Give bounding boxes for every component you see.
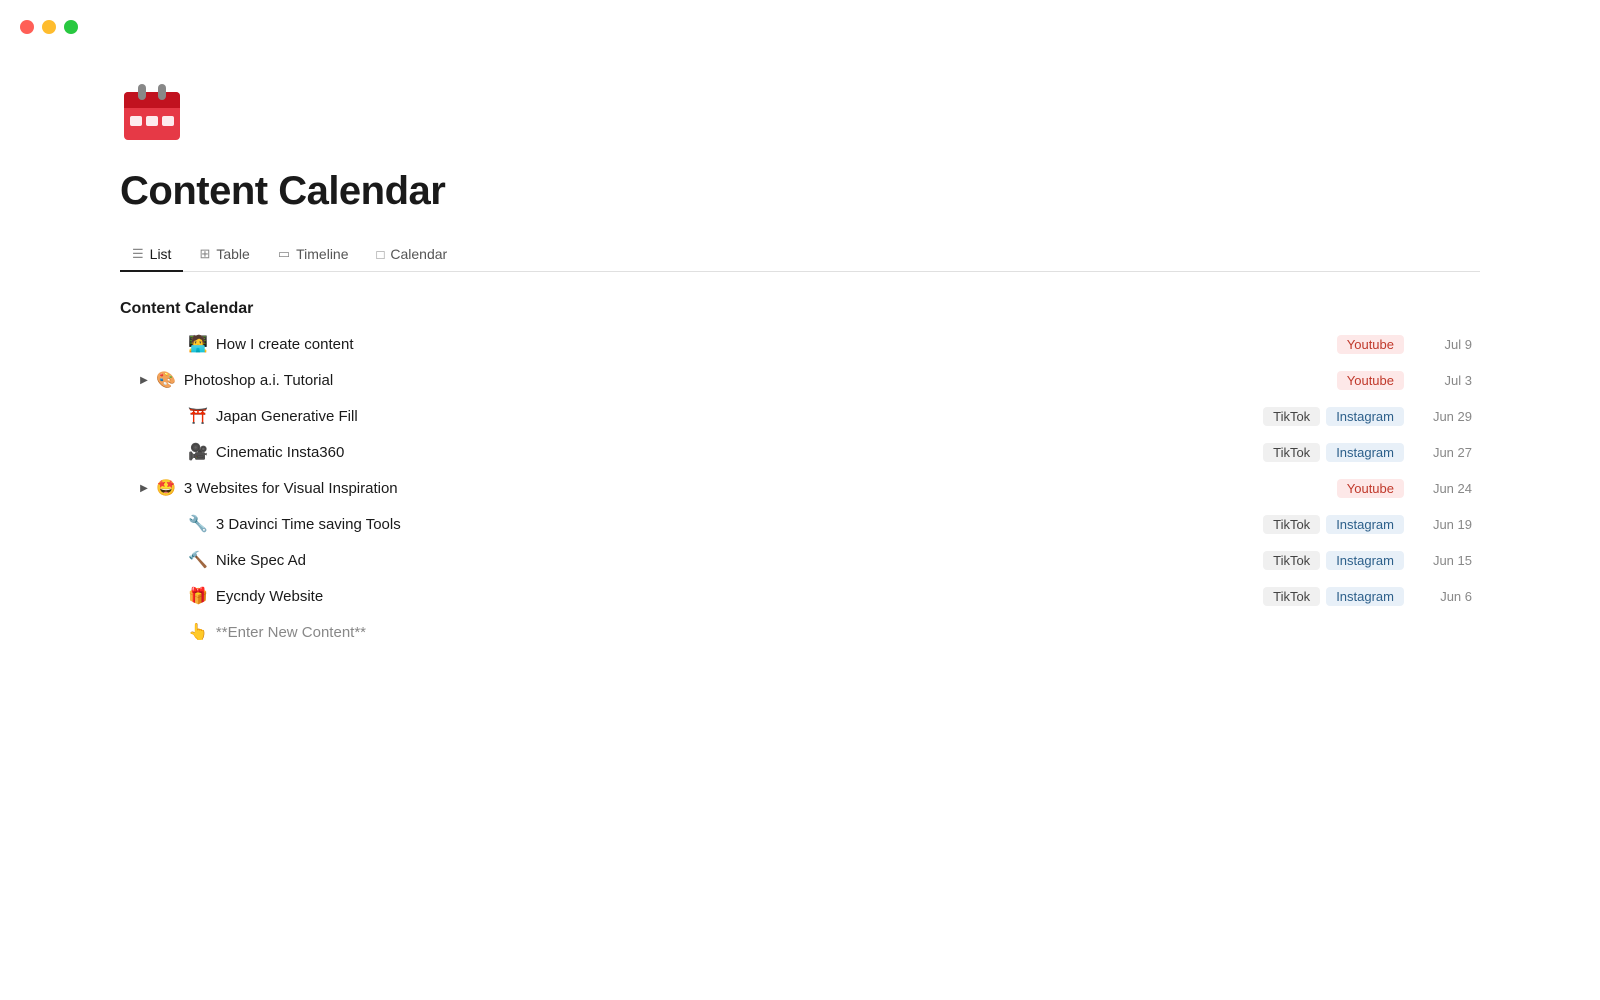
tag-tiktok[interactable]: TikTok [1263, 443, 1320, 462]
item-emoji: 🎁 [188, 586, 208, 606]
toggle-placeholder [168, 552, 184, 568]
list-icon: ☰ [132, 246, 144, 262]
table-icon: ⊞ [199, 246, 210, 262]
fullscreen-button[interactable] [64, 20, 78, 34]
toggle-placeholder [168, 408, 184, 424]
list-item[interactable]: ⛩️ Japan Generative FillTikTok Instagram Ju… [120, 398, 1480, 434]
item-date: Jun 19 [1424, 517, 1472, 532]
item-tags: TikTok Instagram [1263, 551, 1404, 570]
item-title: Cinematic Insta360 [216, 444, 1263, 461]
item-date: Jun 24 [1424, 481, 1472, 496]
item-date: Jun 6 [1424, 589, 1472, 604]
toggle-placeholder [168, 624, 184, 640]
toggle-placeholder [168, 588, 184, 604]
minimize-button[interactable] [42, 20, 56, 34]
item-date: Jun 27 [1424, 445, 1472, 460]
item-title: **Enter New Content** [216, 624, 1480, 641]
item-tags: Youtube [1337, 479, 1404, 498]
tag-tiktok[interactable]: TikTok [1263, 587, 1320, 606]
tag-instagram[interactable]: Instagram [1326, 551, 1404, 570]
item-emoji: 🤩 [156, 478, 176, 498]
calendar-tab-icon: □ [377, 247, 385, 262]
tab-calendar[interactable]: □ Calendar [365, 238, 460, 272]
item-title: Japan Generative Fill [216, 408, 1263, 425]
toggle-placeholder [168, 444, 184, 460]
tag-youtube[interactable]: Youtube [1337, 371, 1404, 390]
list-item[interactable]: 🧑‍💻 How I create contentYoutube Jul 9 [120, 326, 1480, 362]
item-title: Photoshop a.i. Tutorial [184, 372, 1337, 389]
item-title: 3 Davinci Time saving Tools [216, 516, 1263, 533]
tag-instagram[interactable]: Instagram [1326, 407, 1404, 426]
tag-youtube[interactable]: Youtube [1337, 335, 1404, 354]
item-emoji: 🔨 [188, 550, 208, 570]
tab-timeline[interactable]: ▭ Timeline [266, 238, 361, 272]
timeline-icon: ▭ [278, 246, 290, 262]
list-item[interactable]: 👆 **Enter New Content** [120, 614, 1480, 650]
toggle-placeholder [168, 516, 184, 532]
content-list: 🧑‍💻How I create contentYoutubeJul 9▶🎨Pho… [120, 326, 1480, 650]
item-tags: TikTok Instagram [1263, 407, 1404, 426]
page-title: Content Calendar [120, 169, 1480, 214]
list-item[interactable]: ▶🤩 3 Websites for Visual InspirationYoutu… [120, 470, 1480, 506]
tag-youtube[interactable]: Youtube [1337, 479, 1404, 498]
item-emoji: 🧑‍💻 [188, 334, 208, 354]
item-emoji: 🔧 [188, 514, 208, 534]
item-title: How I create content [216, 336, 1337, 353]
list-item[interactable]: 🎁 Eycndy WebsiteTikTok Instagram Jun 6 [120, 578, 1480, 614]
item-tags: Youtube [1337, 335, 1404, 354]
tag-tiktok[interactable]: TikTok [1263, 407, 1320, 426]
item-tags: TikTok Instagram [1263, 587, 1404, 606]
item-date: Jul 3 [1424, 373, 1472, 388]
main-content: Content Calendar ☰ List ⊞ Table ▭ Timeli… [0, 0, 1600, 710]
item-tags: Youtube [1337, 371, 1404, 390]
list-item[interactable]: 🎥 Cinematic Insta360TikTok Instagram Jun 27 [120, 434, 1480, 470]
tab-table[interactable]: ⊞ Table [187, 238, 261, 272]
list-item[interactable]: ▶🎨 Photoshop a.i. TutorialYoutube Jul 3 [120, 362, 1480, 398]
toggle-placeholder [168, 336, 184, 352]
list-item[interactable]: 🔨 Nike Spec AdTikTok Instagram Jun 15 [120, 542, 1480, 578]
tag-instagram[interactable]: Instagram [1326, 587, 1404, 606]
toggle-arrow[interactable]: ▶ [136, 372, 152, 388]
item-emoji: 👆 [188, 622, 208, 642]
item-date: Jul 9 [1424, 337, 1472, 352]
tag-tiktok[interactable]: TikTok [1263, 515, 1320, 534]
item-date: Jun 29 [1424, 409, 1472, 424]
item-tags: TikTok Instagram [1263, 443, 1404, 462]
tag-instagram[interactable]: Instagram [1326, 515, 1404, 534]
item-title: 3 Websites for Visual Inspiration [184, 480, 1337, 497]
tag-tiktok[interactable]: TikTok [1263, 551, 1320, 570]
tabs-bar: ☰ List ⊞ Table ▭ Timeline □ Calendar [120, 238, 1480, 272]
item-emoji: 🎨 [156, 370, 176, 390]
close-button[interactable] [20, 20, 34, 34]
item-title: Nike Spec Ad [216, 552, 1263, 569]
item-title: Eycndy Website [216, 588, 1263, 605]
item-tags: TikTok Instagram [1263, 515, 1404, 534]
section-heading: Content Calendar [120, 300, 1480, 318]
tab-list[interactable]: ☰ List [120, 238, 183, 272]
tag-instagram[interactable]: Instagram [1326, 443, 1404, 462]
item-emoji: 🎥 [188, 442, 208, 462]
list-item[interactable]: 🔧 3 Davinci Time saving ToolsTikTok Instag… [120, 506, 1480, 542]
item-emoji: ⛩️ [188, 406, 208, 426]
item-date: Jun 15 [1424, 553, 1472, 568]
toggle-arrow[interactable]: ▶ [136, 480, 152, 496]
traffic-lights [0, 0, 98, 54]
page-icon [120, 80, 1480, 169]
